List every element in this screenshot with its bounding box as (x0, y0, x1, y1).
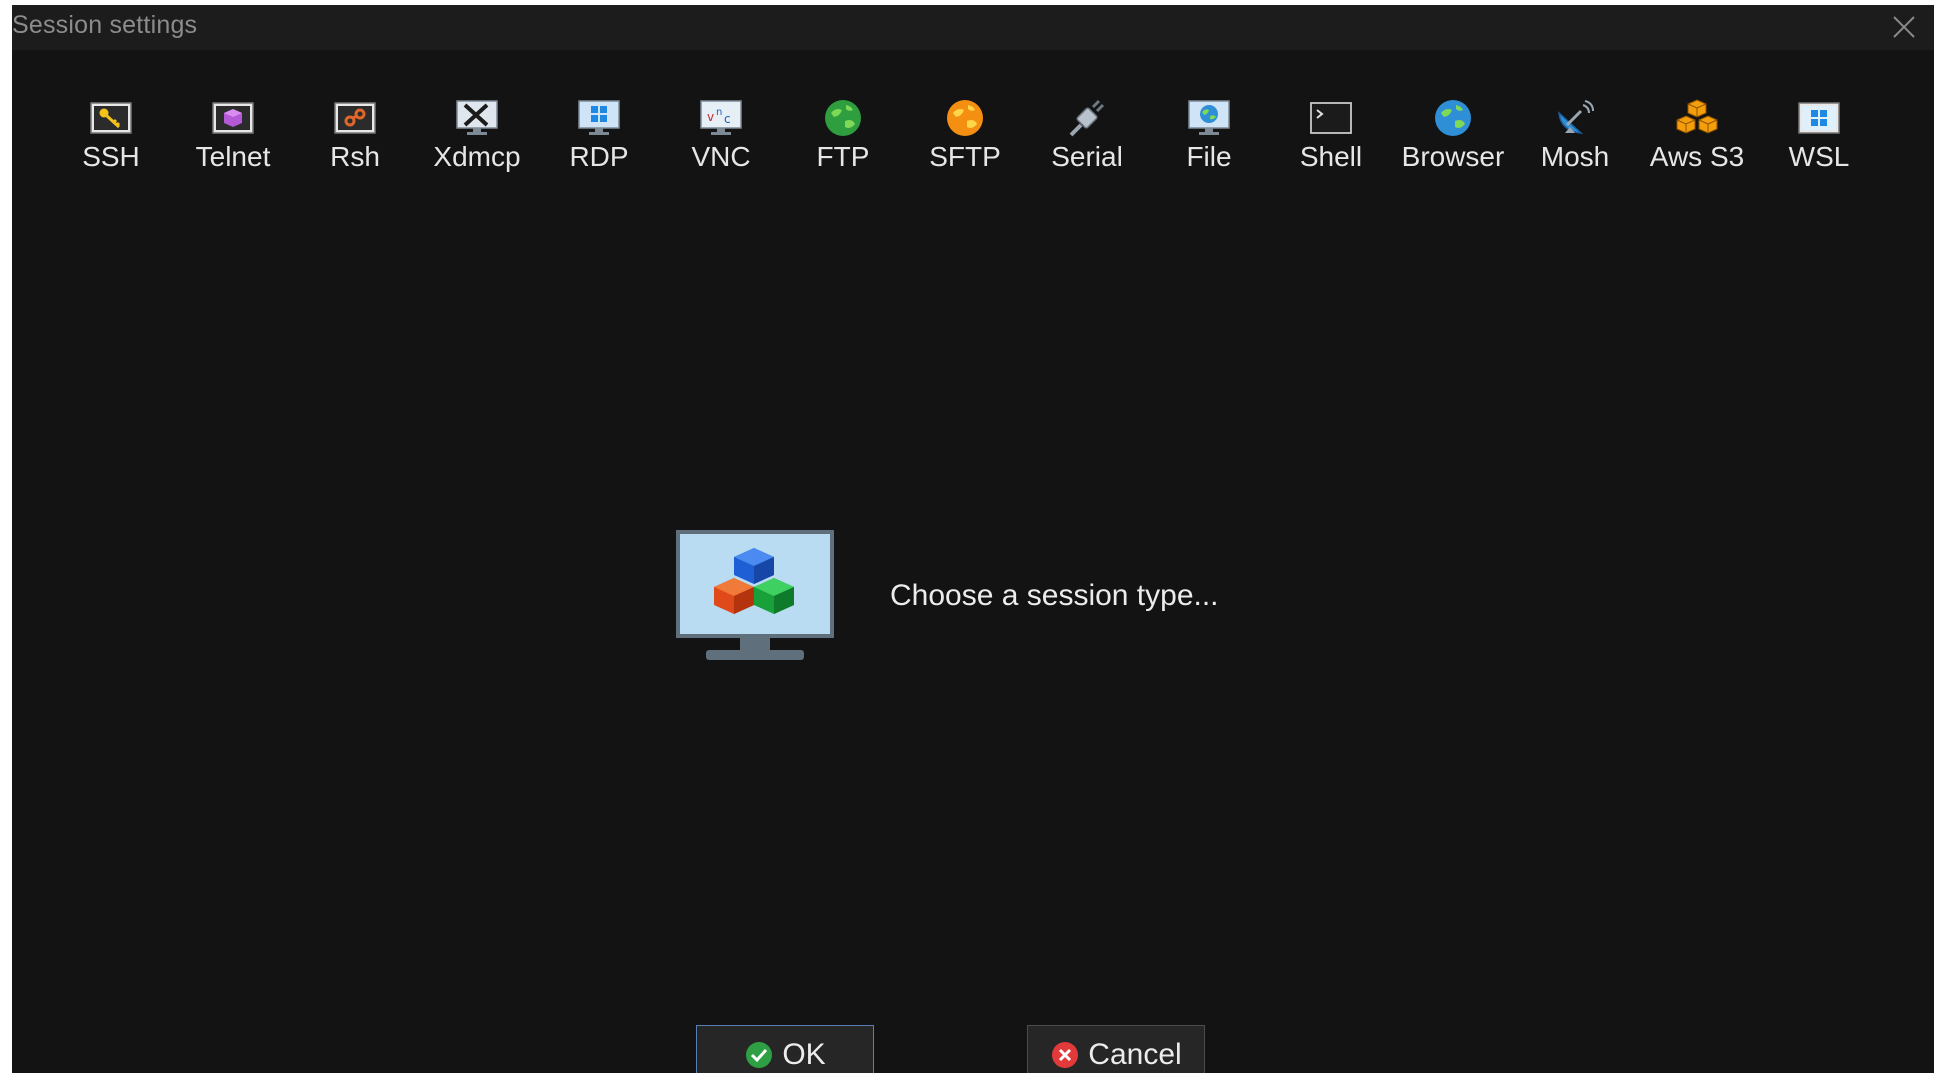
session-type-sftp[interactable]: SFTP (904, 95, 1026, 195)
session-type-file[interactable]: File (1148, 95, 1270, 195)
green-globe-icon (819, 95, 867, 141)
wsl-windows-icon (1795, 95, 1843, 141)
serial-plug-icon (1063, 95, 1111, 141)
session-type-rsh[interactable]: Rsh (294, 95, 416, 195)
session-type-label: Shell (1299, 141, 1363, 172)
cancel-icon (1052, 1042, 1079, 1068)
close-button[interactable] (1884, 7, 1924, 47)
vnc-monitor-icon: v n c (697, 95, 745, 141)
orange-globe-icon (941, 95, 989, 141)
session-type-shell[interactable]: Shell (1270, 95, 1392, 195)
choose-session-hint: Choose a session type... (890, 579, 1219, 612)
svg-text:v: v (707, 110, 714, 124)
session-type-label: Aws S3 (1649, 141, 1745, 172)
file-monitor-icon (1185, 95, 1233, 141)
session-type-label: Browser (1401, 141, 1505, 172)
session-type-serial[interactable]: Serial (1026, 95, 1148, 195)
rsh-icon (331, 95, 379, 141)
terminal-icon (1307, 95, 1355, 141)
session-type-wsl[interactable]: WSL (1758, 95, 1880, 195)
x-monitor-icon (453, 95, 501, 141)
session-type-toolbar: SSH Telnet Rsh Xdmcp RDP v n c VNC FTP S… (50, 95, 1880, 195)
session-type-xdmcp[interactable]: Xdmcp (416, 95, 538, 195)
session-type-ssh[interactable]: SSH (50, 95, 172, 195)
svg-text:n: n (716, 107, 722, 118)
session-type-label: FTP (816, 141, 870, 172)
close-icon (1893, 16, 1915, 38)
session-type-label: RDP (569, 141, 629, 172)
session-type-label: Rsh (330, 141, 380, 172)
window-title: Session settings (12, 11, 198, 39)
session-type-ftp[interactable]: FTP (782, 95, 904, 195)
satellite-dish-icon (1551, 95, 1599, 141)
session-type-aws-s3[interactable]: Aws S3 (1636, 95, 1758, 195)
key-icon (87, 95, 135, 141)
check-icon (746, 1042, 773, 1068)
session-type-label: Telnet (195, 141, 271, 172)
telnet-icon (209, 95, 257, 141)
svg-text:c: c (724, 112, 731, 126)
session-type-label: Xdmcp (433, 141, 521, 172)
ok-label: OK (782, 1038, 826, 1071)
windows-monitor-icon (575, 95, 623, 141)
session-type-label: SSH (82, 141, 140, 172)
blue-globe-icon (1429, 95, 1477, 141)
session-settings-window: Session settings SSH Telnet Rsh Xdmcp RD… (12, 5, 1934, 1073)
session-type-rdp[interactable]: RDP (538, 95, 660, 195)
title-bar: Session settings (12, 5, 1934, 50)
session-type-vnc[interactable]: v n c VNC (660, 95, 782, 195)
session-type-telnet[interactable]: Telnet (172, 95, 294, 195)
cubes-icon (1673, 95, 1721, 141)
session-type-label: File (1186, 141, 1232, 172)
session-type-label: SFTP (929, 141, 1001, 172)
session-type-label: Mosh (1540, 141, 1610, 172)
cancel-button[interactable]: Cancel (1027, 1025, 1205, 1073)
session-type-browser[interactable]: Browser (1392, 95, 1514, 195)
ok-button[interactable]: OK (696, 1025, 874, 1073)
session-type-mosh[interactable]: Mosh (1514, 95, 1636, 195)
session-type-label: VNC (691, 141, 751, 172)
monitor-cubes-icon (676, 530, 834, 660)
session-type-label: Serial (1051, 141, 1123, 172)
session-type-label: WSL (1788, 141, 1850, 172)
session-placeholder: Choose a session type... (676, 530, 1219, 668)
cancel-label: Cancel (1088, 1038, 1182, 1071)
